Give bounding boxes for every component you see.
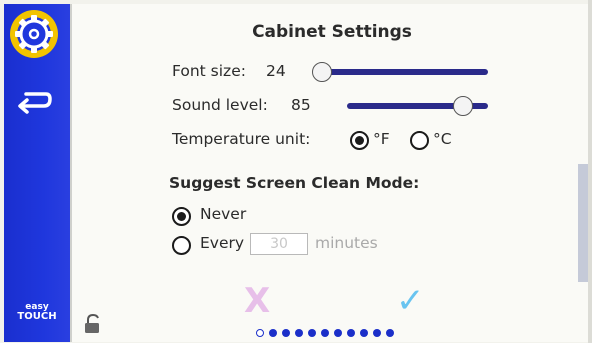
page-dot[interactable] — [321, 329, 329, 337]
page-dot[interactable] — [360, 329, 368, 337]
never-label: Never — [200, 205, 247, 223]
radio-celsius[interactable] — [410, 131, 429, 150]
every-label: Every — [200, 234, 245, 252]
page-title: Cabinet Settings — [252, 22, 412, 42]
page-dot[interactable] — [295, 329, 303, 337]
confirm-button[interactable]: ✓ — [396, 284, 425, 318]
page-dot[interactable] — [334, 329, 342, 337]
radio-fahrenheit[interactable] — [350, 131, 369, 150]
gear-icon[interactable] — [9, 9, 59, 59]
font-size-label: Font size: — [172, 62, 246, 80]
font-size-slider[interactable] — [320, 69, 488, 75]
radio-never[interactable] — [172, 207, 191, 226]
page-indicator — [256, 328, 394, 338]
page-dot[interactable] — [282, 329, 290, 337]
page-dot[interactable] — [269, 329, 277, 337]
clean-mode-heading: Suggest Screen Clean Mode: — [169, 174, 420, 192]
page-dot-current[interactable] — [256, 329, 264, 337]
celsius-label: °C — [433, 130, 452, 148]
unlock-icon[interactable] — [84, 314, 102, 334]
font-size-slider-thumb[interactable] — [312, 62, 332, 82]
page-dot[interactable] — [373, 329, 381, 337]
frame-edge — [588, 0, 592, 343]
sound-level-slider-thumb[interactable] — [453, 96, 473, 116]
temperature-unit-label: Temperature unit: — [172, 130, 311, 148]
minutes-label: minutes — [315, 234, 378, 252]
radio-every[interactable] — [172, 236, 191, 255]
cancel-button[interactable]: X — [244, 284, 270, 318]
page-dot[interactable] — [308, 329, 316, 337]
sound-level-label: Sound level: — [172, 96, 268, 114]
minutes-input[interactable]: 30 — [250, 233, 308, 255]
page-dot[interactable] — [347, 329, 355, 337]
sidebar: easy TOUCH — [4, 4, 70, 342]
sound-level-value: 85 — [291, 96, 311, 114]
sidebar-divider — [70, 4, 72, 342]
brand-bottom-text: TOUCH — [17, 311, 57, 322]
back-arrow-icon[interactable] — [16, 88, 52, 114]
font-size-value: 24 — [266, 62, 286, 80]
fahrenheit-label: °F — [373, 130, 390, 148]
screen: easy TOUCH Cabinet Settings Font size: 2… — [4, 4, 592, 342]
brand-logo: easy TOUCH — [8, 302, 66, 322]
page-dot[interactable] — [386, 329, 394, 337]
